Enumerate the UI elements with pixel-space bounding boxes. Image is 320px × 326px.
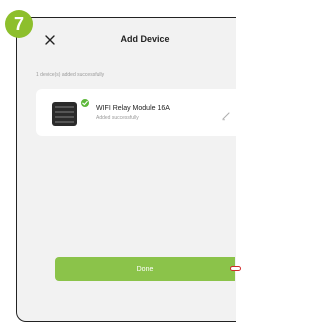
check-icon [80, 98, 90, 108]
device-card[interactable]: WIFI Relay Module 16A Added successfully [36, 89, 236, 136]
done-button[interactable]: Done [55, 257, 235, 281]
device-status: Added successfully [96, 115, 139, 121]
success-message: 1 device(s) added successfully [36, 72, 105, 78]
page-title: Add Device [120, 34, 170, 44]
pencil-icon[interactable] [221, 111, 231, 121]
step-number-badge: 7 [5, 10, 33, 38]
tap-indicator [230, 266, 241, 271]
close-icon[interactable] [45, 35, 55, 45]
device-name: WIFI Relay Module 16A [96, 105, 170, 112]
relay-module-image [52, 102, 77, 126]
